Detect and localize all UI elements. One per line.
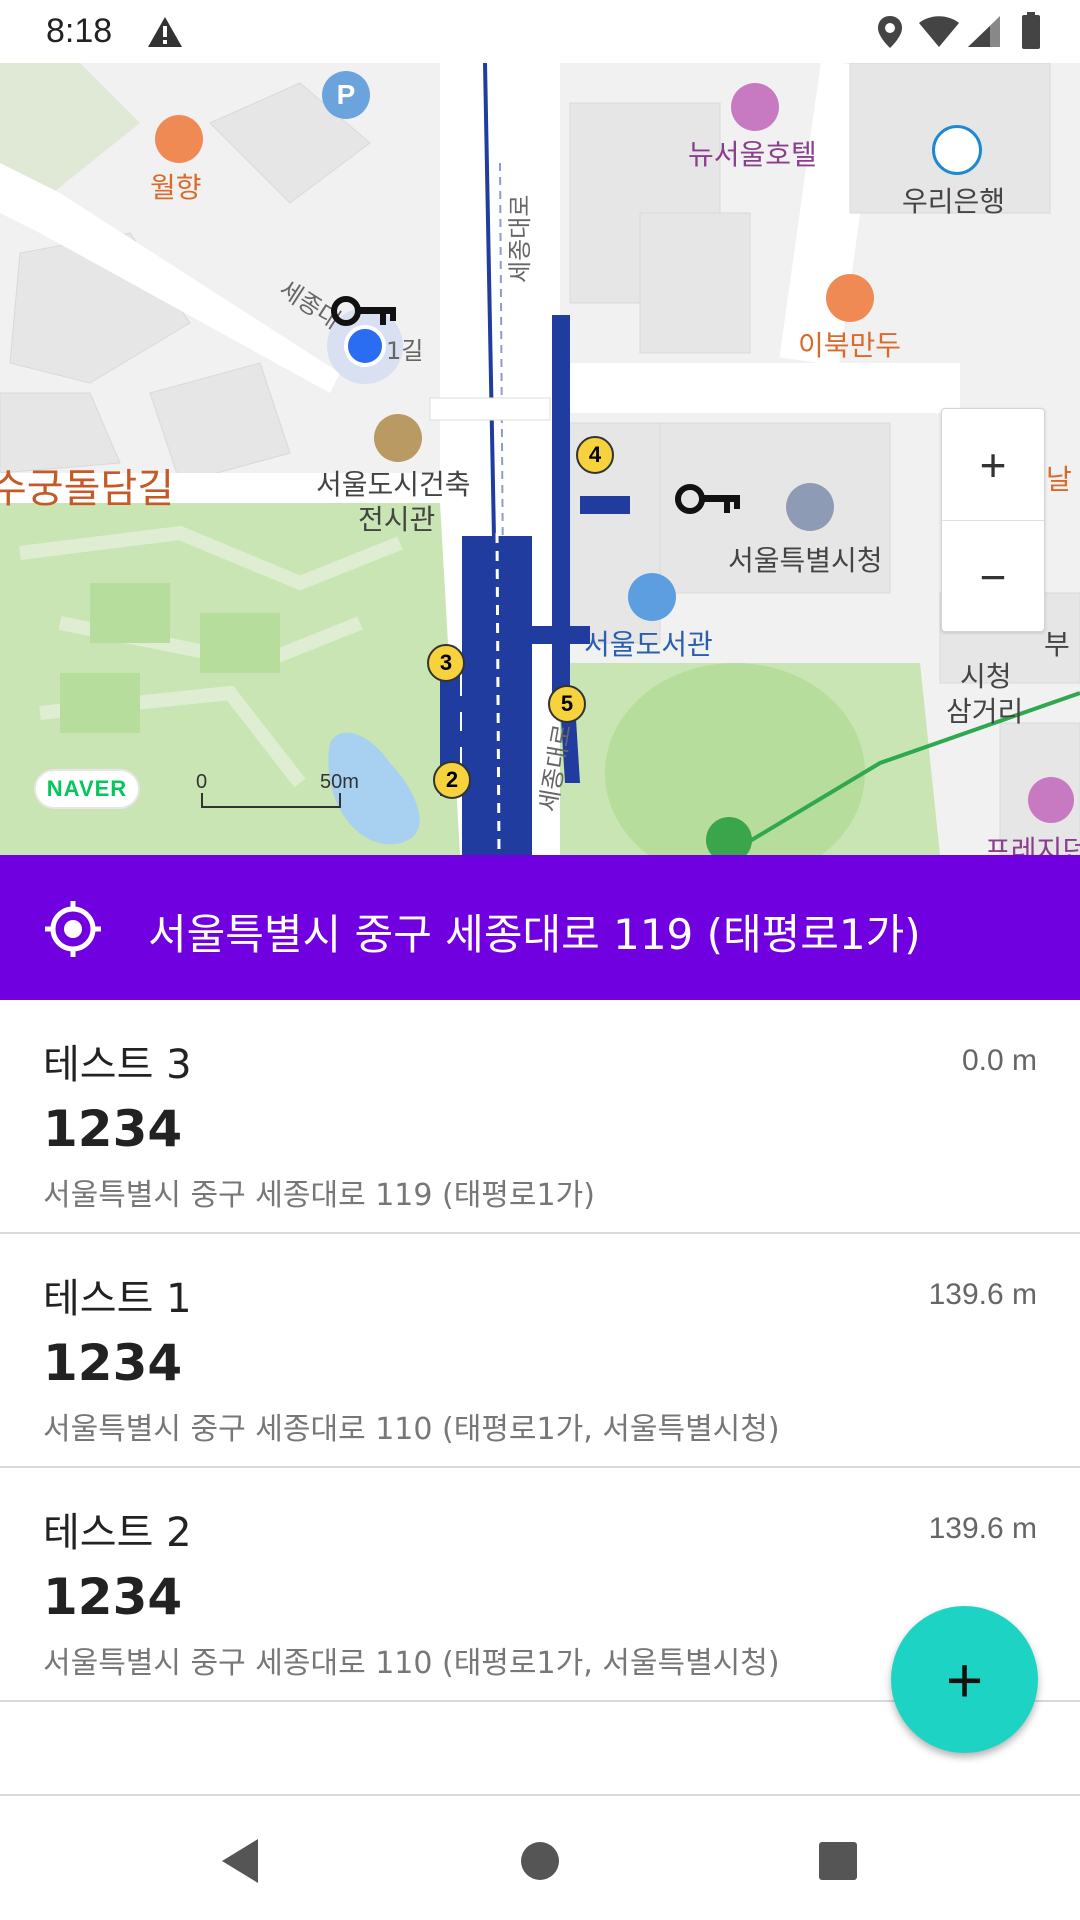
map-scale: 0 50m bbox=[196, 771, 359, 815]
map-label-ibuk-mandu: 이북만두 bbox=[798, 329, 902, 362]
item-title: 테스트 2 bbox=[43, 1510, 192, 1556]
key-icon bbox=[330, 295, 400, 331]
my-location-icon[interactable] bbox=[43, 899, 103, 959]
home-button[interactable] bbox=[510, 1831, 570, 1891]
map-label-sejong-1gil-b: 1길 bbox=[386, 337, 424, 365]
back-icon bbox=[222, 1839, 258, 1883]
cell-signal-icon bbox=[968, 16, 1000, 47]
map-label-partial-press: 프레지던 bbox=[985, 834, 1080, 855]
item-distance: 139.6 m bbox=[928, 1512, 1037, 1545]
item-code: 1234 bbox=[43, 1568, 183, 1626]
map-label-deoksugung: 수궁돌담길 bbox=[0, 466, 174, 512]
item-title: 테스트 1 bbox=[43, 1276, 192, 1322]
naver-logo[interactable]: NAVER bbox=[34, 769, 140, 809]
list-item[interactable]: 테스트 3 0.0 m 1234 서울특별시 중구 세종대로 119 (태평로1… bbox=[0, 1000, 1080, 1234]
museum-icon bbox=[374, 414, 422, 462]
map-label-intersection-2: 삼거리 bbox=[946, 695, 1024, 728]
map-view[interactable]: P 월향 뉴서울호텔 우리은행 이북만두 세종대로 세종대 1길 수궁돌담길 서… bbox=[0, 63, 1080, 855]
map-label-architecture-2: 전시관 bbox=[358, 503, 436, 536]
government-icon bbox=[786, 483, 834, 531]
zoom-out-button[interactable]: − bbox=[942, 521, 1044, 632]
map-label-partial-nal: 날 bbox=[1046, 463, 1072, 496]
warning-icon bbox=[148, 17, 182, 47]
map-label-city-hall: 서울특별시청 bbox=[728, 544, 883, 577]
map-label-library: 서울도서관 bbox=[584, 628, 713, 661]
list-item[interactable]: 테스트 1 139.6 m 1234 서울특별시 중구 세종대로 110 (태평… bbox=[0, 1234, 1080, 1468]
zoom-in-button[interactable]: + bbox=[942, 409, 1044, 520]
add-location-button[interactable]: + bbox=[891, 1606, 1038, 1753]
map-label-wolhyang: 월향 bbox=[150, 171, 202, 204]
park-icon bbox=[706, 817, 752, 855]
map-label-intersection-1: 시청 bbox=[960, 660, 1012, 693]
scale-bar bbox=[201, 793, 341, 808]
location-icon bbox=[878, 16, 902, 48]
plus-icon: + bbox=[945, 1643, 984, 1716]
item-distance: 0.0 m bbox=[961, 1044, 1037, 1077]
food-icon bbox=[826, 274, 874, 322]
status-bar: 8:18 bbox=[0, 0, 1080, 63]
back-button[interactable] bbox=[210, 1831, 270, 1891]
item-address: 서울특별시 중구 세종대로 110 (태평로1가, 서울특별시청) bbox=[43, 1412, 780, 1447]
recents-icon bbox=[819, 1842, 857, 1880]
battery-icon bbox=[1022, 12, 1040, 49]
hotel-icon-2 bbox=[1028, 777, 1074, 823]
zoom-control: + − bbox=[941, 408, 1045, 632]
library-icon bbox=[628, 573, 676, 621]
item-distance: 139.6 m bbox=[928, 1278, 1037, 1311]
subway-exit-3: 3 bbox=[427, 644, 465, 682]
key-icon-2 bbox=[674, 483, 744, 519]
hotel-icon bbox=[731, 83, 779, 131]
wifi-icon bbox=[919, 16, 959, 47]
current-address-text: 서울특별시 중구 세종대로 119 (태평로1가) bbox=[148, 910, 921, 959]
item-code: 1234 bbox=[43, 1334, 183, 1392]
item-address: 서울특별시 중구 세종대로 119 (태평로1가) bbox=[43, 1178, 595, 1213]
map-label-architecture-1: 서울도시건축 bbox=[316, 468, 471, 501]
subway-exit-4: 4 bbox=[576, 436, 614, 474]
bank-icon bbox=[932, 125, 982, 175]
current-address-bar[interactable]: 서울특별시 중구 세종대로 119 (태평로1가) bbox=[0, 855, 1080, 1000]
minus-icon: − bbox=[979, 550, 1007, 603]
map-label-new-seoul-hotel: 뉴서울호텔 bbox=[688, 138, 817, 171]
map-label-woori-bank: 우리은행 bbox=[902, 185, 1006, 218]
item-address: 서울특별시 중구 세종대로 110 (태평로1가, 서울특별시청) bbox=[43, 1646, 780, 1681]
plus-icon: + bbox=[979, 438, 1007, 491]
system-nav-bar bbox=[0, 1798, 1080, 1920]
map-label-partial-bu: 부 bbox=[1044, 628, 1070, 661]
status-time: 8:18 bbox=[46, 12, 113, 50]
subway-exit-5: 5 bbox=[548, 685, 586, 723]
item-title: 테스트 3 bbox=[43, 1042, 192, 1088]
subway-exit-2: 2 bbox=[433, 761, 471, 799]
map-label-sejong-road: 세종대로 bbox=[506, 194, 534, 283]
parking-icon: P bbox=[322, 71, 370, 119]
restaurant-icon bbox=[155, 115, 203, 163]
recents-button[interactable] bbox=[808, 1831, 868, 1891]
item-code: 1234 bbox=[43, 1100, 183, 1158]
home-icon bbox=[521, 1842, 559, 1880]
